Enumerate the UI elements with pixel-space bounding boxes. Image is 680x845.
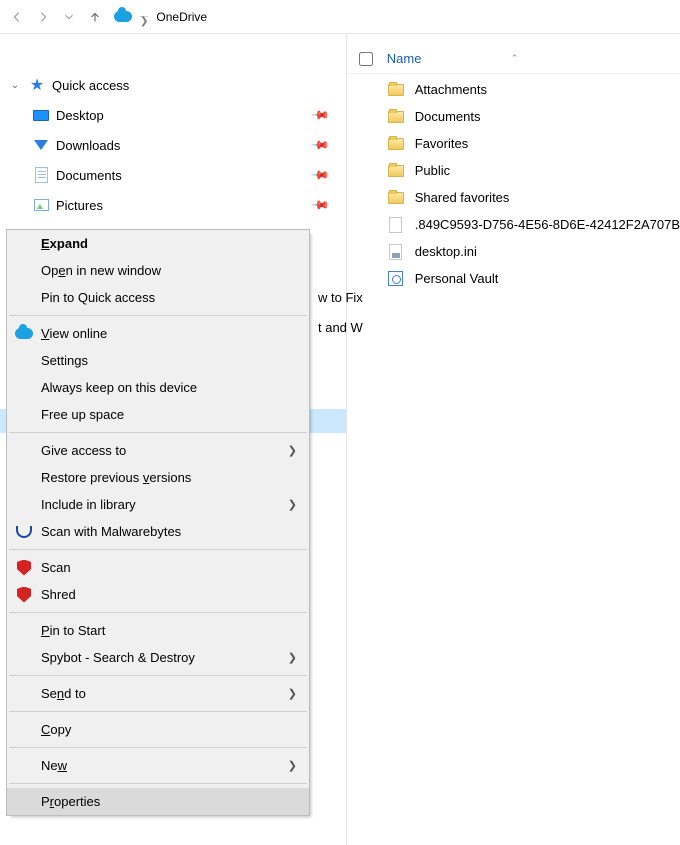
- ini-icon: [387, 243, 405, 261]
- file-name: Public: [415, 163, 450, 178]
- folder-icon: [387, 162, 405, 180]
- separator: [9, 675, 307, 676]
- sidebar-item-pictures[interactable]: Pictures 📌: [0, 190, 346, 220]
- separator: [9, 612, 307, 613]
- file-name: Attachments: [415, 82, 487, 97]
- ctx-shred[interactable]: Shred: [7, 581, 309, 608]
- pin-icon: 📌: [310, 135, 330, 155]
- ctx-free-up-space[interactable]: Free up space: [7, 401, 309, 428]
- ctx-include-library[interactable]: Include in library❯: [7, 491, 309, 518]
- nav-forward-button[interactable]: [30, 4, 56, 30]
- nav-back-button[interactable]: [4, 4, 30, 30]
- sidebar-item-peek: w to Fix: [318, 290, 363, 305]
- submenu-arrow-icon: ❯: [288, 651, 297, 664]
- file-name: Shared favorites: [415, 190, 510, 205]
- file-list-pane: Name ⌃ Attachments Documents Favorites Publ…: [346, 34, 680, 845]
- file-name: .849C9593-D756-4E56-8D6E-42412F2A707B: [415, 217, 680, 232]
- ctx-expand[interactable]: Expand: [7, 230, 309, 257]
- downloads-icon: [32, 136, 50, 154]
- separator: [9, 747, 307, 748]
- sidebar-item-label: Downloads: [56, 138, 120, 153]
- ctx-properties[interactable]: Properties: [7, 788, 309, 815]
- submenu-arrow-icon: ❯: [288, 498, 297, 511]
- submenu-arrow-icon: ❯: [288, 759, 297, 772]
- sidebar-item-label: Documents: [56, 168, 122, 183]
- mcafee-icon: [15, 586, 33, 604]
- breadcrumb-separator-icon: ❯: [140, 16, 148, 17]
- folder-icon: [387, 81, 405, 99]
- ctx-scan-malwarebytes[interactable]: Scan with Malwarebytes: [7, 518, 309, 545]
- ctx-view-online[interactable]: View online: [7, 320, 309, 347]
- pin-icon: 📌: [310, 105, 330, 125]
- address-bar: ❯ OneDrive: [0, 0, 680, 34]
- onedrive-cloud-icon: [114, 8, 132, 26]
- separator: [9, 315, 307, 316]
- sidebar-item-label: Pictures: [56, 198, 103, 213]
- file-name: Favorites: [415, 136, 468, 151]
- file-name: Personal Vault: [415, 271, 499, 286]
- pin-icon: 📌: [310, 195, 330, 215]
- file-item[interactable]: Documents: [347, 103, 680, 130]
- file-item[interactable]: Public: [347, 157, 680, 184]
- folder-icon: [387, 108, 405, 126]
- file-item[interactable]: desktop.ini: [347, 238, 680, 265]
- vault-icon: [387, 270, 405, 288]
- separator: [9, 549, 307, 550]
- sidebar-item-downloads[interactable]: Downloads 📌: [0, 130, 346, 160]
- blank-icon: [387, 216, 405, 234]
- pin-icon: 📌: [310, 165, 330, 185]
- mcafee-icon: [15, 559, 33, 577]
- sidebar-item-label: Desktop: [56, 108, 104, 123]
- ctx-send-to[interactable]: Send to❯: [7, 680, 309, 707]
- file-name: Documents: [415, 109, 481, 124]
- nav-up-button[interactable]: [82, 4, 108, 30]
- sidebar-item-documents[interactable]: Documents 📌: [0, 160, 346, 190]
- separator: [9, 783, 307, 784]
- file-name: desktop.ini: [415, 244, 477, 259]
- pictures-icon: [32, 196, 50, 214]
- sidebar-item-label: Quick access: [52, 78, 129, 93]
- file-item[interactable]: .849C9593-D756-4E56-8D6E-42412F2A707B: [347, 211, 680, 238]
- file-item[interactable]: Shared favorites: [347, 184, 680, 211]
- column-name[interactable]: Name: [387, 51, 422, 66]
- sidebar-item-peek: t and W: [318, 320, 363, 335]
- folder-icon: [387, 135, 405, 153]
- ctx-new[interactable]: New❯: [7, 752, 309, 779]
- separator: [9, 432, 307, 433]
- desktop-icon: [32, 106, 50, 124]
- onedrive-cloud-icon: [15, 325, 33, 343]
- separator: [9, 711, 307, 712]
- ctx-always-keep[interactable]: Always keep on this device: [7, 374, 309, 401]
- ctx-copy[interactable]: Copy: [7, 716, 309, 743]
- ctx-open-new-window[interactable]: Open in new window: [7, 257, 309, 284]
- nav-history-dropdown[interactable]: [56, 4, 82, 30]
- file-item[interactable]: Personal Vault: [347, 265, 680, 292]
- submenu-arrow-icon: ❯: [288, 687, 297, 700]
- chevron-down-icon[interactable]: ⌄: [8, 80, 22, 91]
- breadcrumb-location[interactable]: OneDrive: [156, 10, 207, 24]
- ctx-scan[interactable]: Scan: [7, 554, 309, 581]
- select-all-checkbox[interactable]: [359, 52, 373, 66]
- sidebar-item-desktop[interactable]: Desktop 📌: [0, 100, 346, 130]
- file-item[interactable]: Attachments: [347, 76, 680, 103]
- ctx-give-access-to[interactable]: Give access to❯: [7, 437, 309, 464]
- column-header[interactable]: Name ⌃: [347, 44, 680, 74]
- ctx-settings[interactable]: Settings: [7, 347, 309, 374]
- context-menu: Expand Open in new window Pin to Quick a…: [6, 229, 310, 816]
- ctx-spybot[interactable]: Spybot - Search & Destroy❯: [7, 644, 309, 671]
- file-item[interactable]: Favorites: [347, 130, 680, 157]
- documents-icon: [32, 166, 50, 184]
- ctx-pin-start[interactable]: Pin to Start: [7, 617, 309, 644]
- malwarebytes-icon: [15, 523, 33, 541]
- breadcrumb[interactable]: ❯ OneDrive: [114, 8, 207, 26]
- sidebar-item-quick-access[interactable]: ⌄ ★ Quick access: [0, 70, 346, 100]
- ctx-restore-previous[interactable]: Restore previous versions: [7, 464, 309, 491]
- ctx-pin-quick-access[interactable]: Pin to Quick access: [7, 284, 309, 311]
- folder-icon: [387, 189, 405, 207]
- quick-access-star-icon: ★: [28, 76, 46, 94]
- submenu-arrow-icon: ❯: [288, 444, 297, 457]
- sort-indicator-icon: ⌃: [511, 53, 519, 64]
